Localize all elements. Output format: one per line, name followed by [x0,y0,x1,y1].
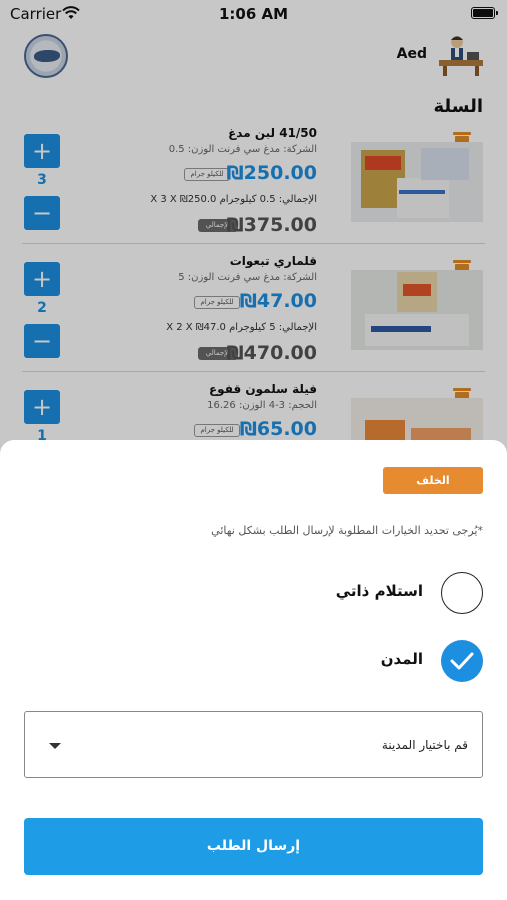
city-select-value: قم باختيار المدينة [381,738,468,752]
checkmark-icon [450,652,474,670]
option-self-pickup[interactable]: استلام ذاتي [183,572,483,614]
city-select[interactable]: قم باختيار المدينة [24,711,483,778]
submit-order-button[interactable]: إرسال الطلب [24,818,483,875]
option-cities[interactable]: المدن [183,640,483,682]
option-label: استلام ذاتي [335,582,423,600]
instruction-text: *يُرجى تحديد الخيارات المطلوبة لإرسال ال… [211,524,483,537]
radio-checked[interactable] [441,640,483,682]
dropdown-arrow-icon [49,743,61,749]
checkout-sheet: الخلف *يُرجى تحديد الخيارات المطلوبة لإر… [0,440,507,900]
back-button[interactable]: الخلف [383,467,483,494]
option-label: المدن [380,650,423,668]
radio-unchecked[interactable] [441,572,483,614]
